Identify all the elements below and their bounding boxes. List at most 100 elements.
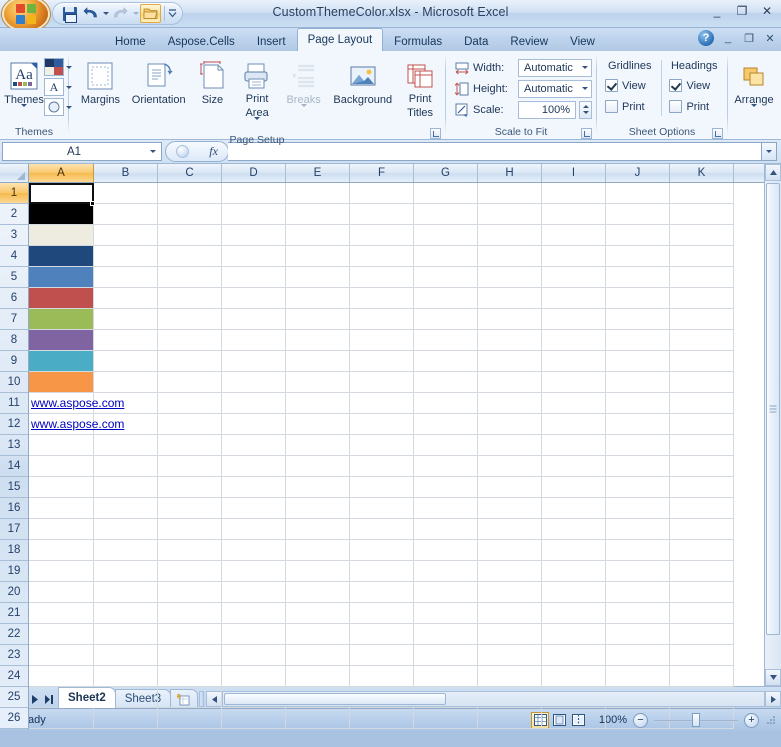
name-box[interactable]: A1 — [2, 142, 162, 161]
cell-B15[interactable] — [94, 477, 158, 498]
cell-H23[interactable] — [478, 645, 542, 666]
cell-I12[interactable] — [542, 414, 606, 435]
cell-C19[interactable] — [158, 561, 222, 582]
cell-K12[interactable] — [670, 414, 734, 435]
cell-A15[interactable] — [29, 477, 94, 498]
cell-B4[interactable] — [94, 246, 158, 267]
row-header-12[interactable]: 12 — [0, 414, 28, 435]
cell-A2[interactable] — [29, 204, 94, 225]
cell-K23[interactable] — [670, 645, 734, 666]
cell-A21[interactable] — [29, 603, 94, 624]
cell-grid[interactable]: www.aspose.com www.aspose.com — [29, 183, 764, 729]
size-button[interactable]: Size — [192, 56, 234, 107]
ribbon-tab-aspose-cells[interactable]: Aspose.Cells — [157, 31, 246, 51]
row-header-22[interactable]: 22 — [0, 624, 28, 645]
cell-K18[interactable] — [670, 540, 734, 561]
cell-H4[interactable] — [478, 246, 542, 267]
cell-J3[interactable] — [606, 225, 670, 246]
cell-F1[interactable] — [350, 183, 414, 204]
cell-G15[interactable] — [414, 477, 478, 498]
cell-C20[interactable] — [158, 582, 222, 603]
cell-K7[interactable] — [670, 309, 734, 330]
cell-A9[interactable] — [29, 351, 94, 372]
row-header-14[interactable]: 14 — [0, 456, 28, 477]
cell-J17[interactable] — [606, 519, 670, 540]
cell-A6[interactable] — [29, 288, 94, 309]
row-header-10[interactable]: 10 — [0, 372, 28, 393]
cell-K6[interactable] — [670, 288, 734, 309]
cell-F10[interactable] — [350, 372, 414, 393]
cell-A7[interactable] — [29, 309, 94, 330]
cell-D24[interactable] — [222, 666, 286, 687]
theme-fonts-button[interactable]: A — [44, 78, 72, 96]
cell-A13[interactable] — [29, 435, 94, 456]
cell-K17[interactable] — [670, 519, 734, 540]
scale-input[interactable]: 100% — [518, 100, 576, 119]
cell-G7[interactable] — [414, 309, 478, 330]
row-header-7[interactable]: 7 — [0, 309, 28, 330]
cell-D26[interactable] — [222, 708, 286, 729]
cell-F9[interactable] — [350, 351, 414, 372]
cell-I5[interactable] — [542, 267, 606, 288]
cell-J10[interactable] — [606, 372, 670, 393]
cell-J4[interactable] — [606, 246, 670, 267]
cell-D12[interactable] — [222, 414, 286, 435]
cell-A8[interactable] — [29, 330, 94, 351]
cell-H12[interactable] — [478, 414, 542, 435]
cell-C1[interactable] — [158, 183, 222, 204]
cell-B3[interactable] — [94, 225, 158, 246]
cell-C25[interactable] — [158, 687, 222, 708]
page-setup-dialog-launcher[interactable] — [430, 128, 441, 139]
cell-K19[interactable] — [670, 561, 734, 582]
cell-B10[interactable] — [94, 372, 158, 393]
cell-F6[interactable] — [350, 288, 414, 309]
cell-E22[interactable] — [286, 624, 350, 645]
cell-C17[interactable] — [158, 519, 222, 540]
cell-I18[interactable] — [542, 540, 606, 561]
cell-G19[interactable] — [414, 561, 478, 582]
cell-B8[interactable] — [94, 330, 158, 351]
cell-H24[interactable] — [478, 666, 542, 687]
cell-E10[interactable] — [286, 372, 350, 393]
cell-K10[interactable] — [670, 372, 734, 393]
cell-F26[interactable] — [350, 708, 414, 729]
cell-K1[interactable] — [670, 183, 734, 204]
cell-D14[interactable] — [222, 456, 286, 477]
cell-A20[interactable] — [29, 582, 94, 603]
cell-C12[interactable] — [158, 414, 222, 435]
cell-H9[interactable] — [478, 351, 542, 372]
cell-H11[interactable] — [478, 393, 542, 414]
cell-J14[interactable] — [606, 456, 670, 477]
cell-K22[interactable] — [670, 624, 734, 645]
cell-E9[interactable] — [286, 351, 350, 372]
restore-button[interactable]: ❐ — [734, 4, 750, 20]
cell-I8[interactable] — [542, 330, 606, 351]
cell-B13[interactable] — [94, 435, 158, 456]
cell-D5[interactable] — [222, 267, 286, 288]
gridlines-print-row[interactable]: Print — [601, 96, 659, 117]
cell-K2[interactable] — [670, 204, 734, 225]
row-header-9[interactable]: 9 — [0, 351, 28, 372]
cell-F12[interactable] — [350, 414, 414, 435]
cell-A24[interactable] — [29, 666, 94, 687]
cell-H13[interactable] — [478, 435, 542, 456]
cell-G2[interactable] — [414, 204, 478, 225]
sheet-tab-sheet2[interactable]: Sheet2 — [58, 687, 116, 708]
background-button[interactable]: Background — [328, 56, 397, 107]
headings-print-checkbox[interactable] — [669, 100, 683, 113]
cell-E16[interactable] — [286, 498, 350, 519]
column-header-H[interactable]: H — [478, 164, 542, 182]
cell-A4[interactable] — [29, 246, 94, 267]
cell-E13[interactable] — [286, 435, 350, 456]
cell-J22[interactable] — [606, 624, 670, 645]
cell-H8[interactable] — [478, 330, 542, 351]
column-header-K[interactable]: K — [670, 164, 734, 182]
row-header-17[interactable]: 17 — [0, 519, 28, 540]
cell-B7[interactable] — [94, 309, 158, 330]
cell-H16[interactable] — [478, 498, 542, 519]
ribbon-tab-home[interactable]: Home — [104, 31, 157, 51]
cell-C6[interactable] — [158, 288, 222, 309]
cell-E15[interactable] — [286, 477, 350, 498]
cell-C22[interactable] — [158, 624, 222, 645]
doc-restore-button[interactable]: ❐ — [742, 32, 756, 45]
